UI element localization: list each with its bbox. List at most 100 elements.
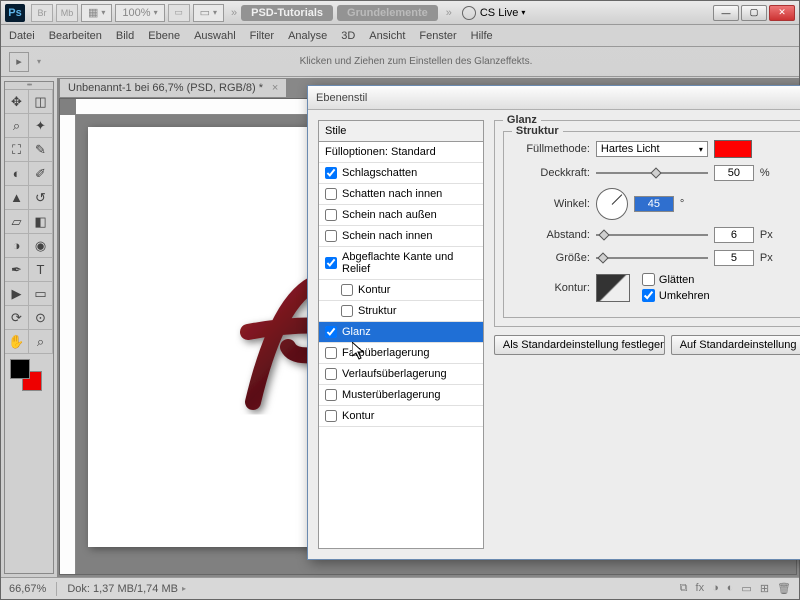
folder-icon[interactable]: ▭ <box>741 582 751 595</box>
menu-datei[interactable]: Datei <box>9 30 35 42</box>
eraser-tool[interactable]: ▱ <box>5 210 29 234</box>
menu-bearbeiten[interactable]: Bearbeiten <box>49 30 102 42</box>
zoom-tool[interactable]: ⌕ <box>29 330 53 354</box>
style-list-header[interactable]: Stile <box>319 121 483 142</box>
minibridge-button[interactable]: Mb <box>56 4 78 22</box>
lasso-tool[interactable]: ⌕ <box>5 114 29 138</box>
distance-slider[interactable] <box>596 229 708 241</box>
style-item-checkbox[interactable] <box>325 347 337 359</box>
menu-analyse[interactable]: Analyse <box>288 30 327 42</box>
dialog-titlebar[interactable]: Ebenenstil <box>308 86 800 110</box>
status-zoom[interactable]: 66,67% <box>9 583 46 595</box>
cs-live[interactable]: CS Live ▾ <box>462 6 526 20</box>
stamp-tool[interactable]: ▲ <box>5 186 29 210</box>
workspace-grundelemente[interactable]: Grundelemente <box>337 5 438 21</box>
style-item-11[interactable]: Kontur <box>319 406 483 427</box>
move-tool[interactable]: ✥ <box>5 90 29 114</box>
crop-tool[interactable]: ⛶ <box>5 138 29 162</box>
type-tool[interactable]: T <box>29 258 53 282</box>
distance-input[interactable]: 6 <box>714 227 754 243</box>
healing-tool[interactable]: ◐ <box>5 162 29 186</box>
style-item-checkbox[interactable] <box>325 368 337 380</box>
link-icon[interactable]: ⧉ <box>680 582 688 595</box>
status-doc-size[interactable]: Dok: 1,37 MB/1,74 MB <box>67 583 178 595</box>
menu-auswahl[interactable]: Auswahl <box>194 30 236 42</box>
size-input[interactable]: 5 <box>714 250 754 266</box>
style-item-4[interactable]: Abgeflachte Kante und Relief <box>319 247 483 280</box>
marquee-tool[interactable]: ◫ <box>29 90 53 114</box>
style-item-2[interactable]: Schein nach außen <box>319 205 483 226</box>
reset-default-button[interactable]: Auf Standardeinstellung <box>671 335 800 355</box>
workspace-psdtutorials[interactable]: PSD-Tutorials <box>241 5 333 21</box>
screen-mode-dropdown[interactable]: ▦ <box>81 4 112 22</box>
3d-camera-tool[interactable]: ⊙ <box>29 306 53 330</box>
angle-dial[interactable] <box>596 188 628 220</box>
style-item-checkbox[interactable] <box>325 257 337 269</box>
style-item-7[interactable]: Glanz <box>319 322 483 343</box>
antialias-checkbox[interactable]: Glätten <box>642 273 710 286</box>
fill-options-row[interactable]: Fülloptionen: Standard <box>319 142 483 163</box>
document-tab[interactable]: Unbenannt-1 bei 66,7% (PSD, RGB/8) * × <box>59 78 287 97</box>
foreground-color[interactable] <box>10 359 30 379</box>
style-item-checkbox[interactable] <box>325 389 337 401</box>
new-icon[interactable]: ⊞ <box>760 582 769 595</box>
ruler-vertical[interactable] <box>60 115 76 574</box>
color-swatches[interactable] <box>5 354 53 394</box>
fx-icon[interactable]: fx <box>696 582 705 595</box>
style-item-6[interactable]: Struktur <box>319 301 483 322</box>
history-brush-tool[interactable]: ↺ <box>29 186 53 210</box>
make-default-button[interactable]: Als Standardeinstellung festlegen <box>494 335 665 355</box>
dodge-tool[interactable]: ◉ <box>29 234 53 258</box>
close-button[interactable]: ✕ <box>769 5 795 21</box>
style-item-checkbox[interactable] <box>325 326 337 338</box>
3d-tool[interactable]: ⟳ <box>5 306 29 330</box>
style-item-checkbox[interactable] <box>325 167 337 179</box>
style-item-checkbox[interactable] <box>341 305 353 317</box>
style-item-checkbox[interactable] <box>325 188 337 200</box>
extras-button[interactable]: ▭ <box>168 4 190 22</box>
minimize-button[interactable]: — <box>713 5 739 21</box>
invert-checkbox[interactable]: Umkehren <box>642 289 710 302</box>
shape-tool[interactable]: ▭ <box>29 282 53 306</box>
menu-ebene[interactable]: Ebene <box>148 30 180 42</box>
blend-mode-select[interactable]: Hartes Licht <box>596 141 708 157</box>
style-item-8[interactable]: Farbüberlagerung <box>319 343 483 364</box>
path-select-tool[interactable]: ▶ <box>5 282 29 306</box>
trash-icon[interactable]: 🗑 <box>777 582 791 595</box>
style-item-10[interactable]: Musterüberlagerung <box>319 385 483 406</box>
close-tab-icon[interactable]: × <box>272 82 278 94</box>
style-item-checkbox[interactable] <box>325 209 337 221</box>
opacity-slider[interactable] <box>596 167 708 179</box>
style-item-0[interactable]: Schlagschatten <box>319 163 483 184</box>
contour-picker[interactable] <box>596 274 630 302</box>
angle-input[interactable]: 45 <box>634 196 674 212</box>
brush-tool[interactable]: ✐ <box>29 162 53 186</box>
style-item-checkbox[interactable] <box>325 410 337 422</box>
glanz-color-swatch[interactable] <box>714 140 752 158</box>
mask-icon[interactable]: ◑ <box>712 582 719 595</box>
style-item-1[interactable]: Schatten nach innen <box>319 184 483 205</box>
toolbox-grip[interactable] <box>5 82 53 90</box>
zoom-level-dropdown[interactable]: 100% <box>115 4 164 22</box>
menu-3d[interactable]: 3D <box>341 30 355 42</box>
style-item-checkbox[interactable] <box>325 230 337 242</box>
opacity-input[interactable]: 50 <box>714 165 754 181</box>
blur-tool[interactable]: ◑ <box>5 234 29 258</box>
menu-bild[interactable]: Bild <box>116 30 134 42</box>
style-item-5[interactable]: Kontur <box>319 280 483 301</box>
maximize-button[interactable]: ▢ <box>741 5 767 21</box>
hand-tool[interactable]: ✋ <box>5 330 29 354</box>
bridge-button[interactable]: Br <box>31 4 53 22</box>
style-item-9[interactable]: Verlaufsüberlagerung <box>319 364 483 385</box>
menu-fenster[interactable]: Fenster <box>419 30 456 42</box>
style-item-3[interactable]: Schein nach innen <box>319 226 483 247</box>
gradient-tool[interactable]: ◧ <box>29 210 53 234</box>
pen-tool[interactable]: ✒ <box>5 258 29 282</box>
size-slider[interactable] <box>596 252 708 264</box>
menu-ansicht[interactable]: Ansicht <box>369 30 405 42</box>
style-item-checkbox[interactable] <box>341 284 353 296</box>
eyedropper-tool[interactable]: ✎ <box>29 138 53 162</box>
arrange-dropdown[interactable]: ▭ <box>193 4 224 22</box>
menu-hilfe[interactable]: Hilfe <box>471 30 493 42</box>
menu-filter[interactable]: Filter <box>250 30 274 42</box>
